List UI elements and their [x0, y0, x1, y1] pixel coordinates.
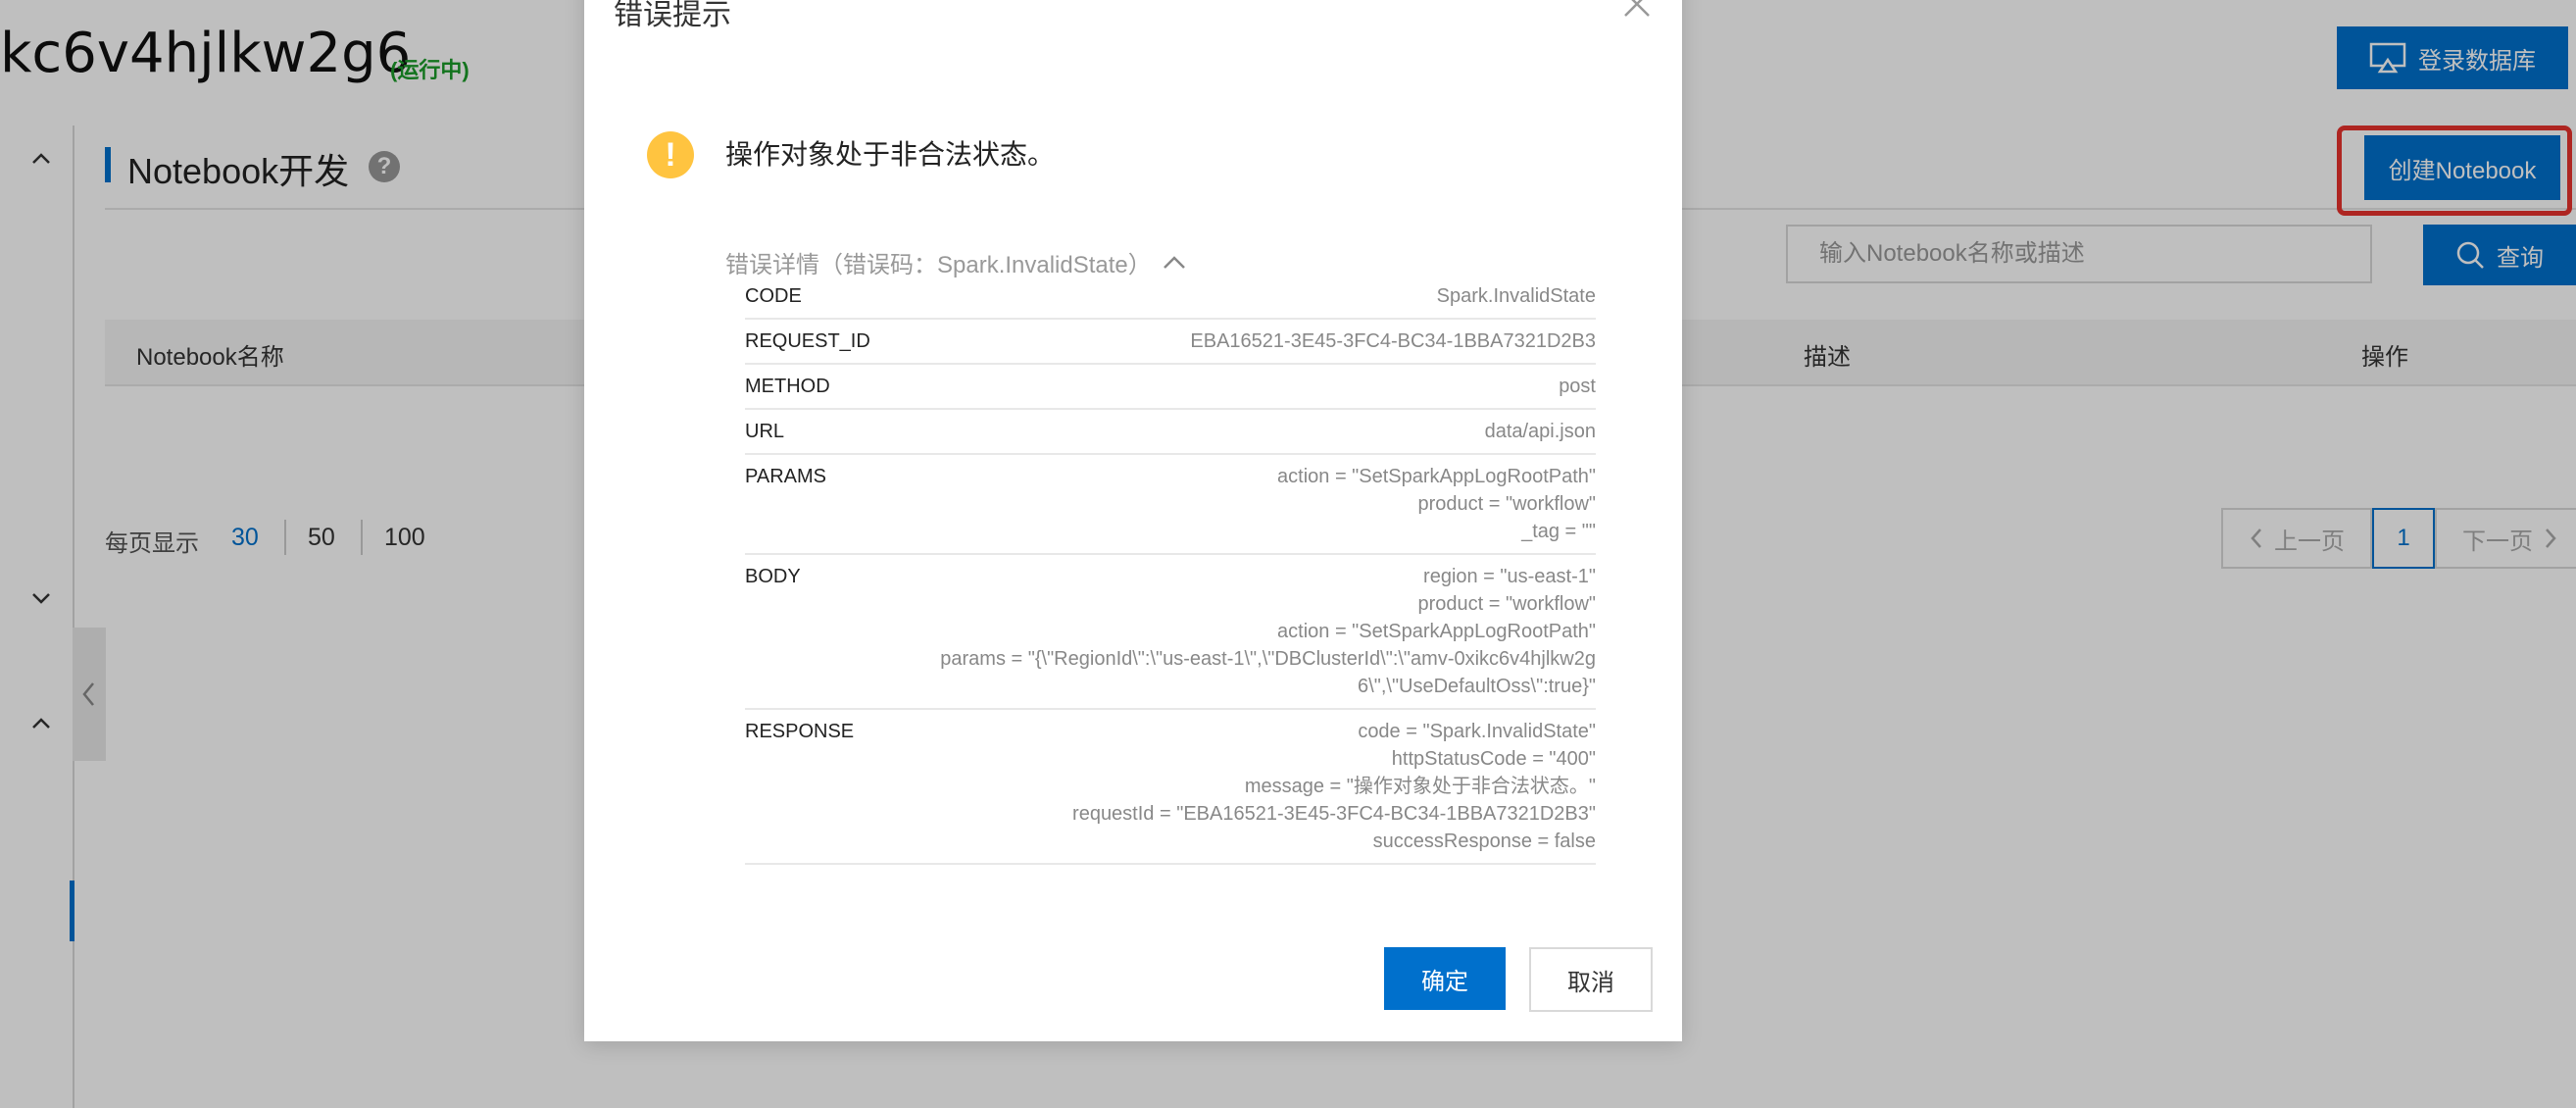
detail-value: data/api.json — [1484, 421, 1596, 442]
chevron-up-icon — [1163, 255, 1185, 269]
detail-key: PARAMS — [745, 466, 826, 487]
detail-key: RESPONSE — [745, 721, 855, 742]
error-message: 操作对象处于非合法状态。 — [725, 139, 1056, 170]
dialog-title: 错误提示 — [614, 0, 731, 31]
detail-value: EBA16521-3E45-3FC4-BC34-1BBA7321D2B3 — [1190, 330, 1596, 352]
detail-value: action = "SetSparkAppLogRootPath" produc… — [1277, 466, 1596, 542]
cancel-button[interactable]: 取消 — [1529, 947, 1653, 1012]
ok-button[interactable]: 确定 — [1384, 947, 1506, 1010]
detail-row: RESPONSE code = "Spark.InvalidState" http… — [745, 710, 1596, 865]
error-details-table: CODE Spark.InvalidState REQUEST_ID EBA16521… — [745, 275, 1596, 865]
detail-row: URL data/api.json — [745, 410, 1596, 455]
error-dialog: 错误提示 ! 操作对象处于非合法状态。 错误详情（错误码：Spark.Inval… — [584, 0, 1682, 1041]
detail-row: METHOD post — [745, 365, 1596, 410]
detail-row: PARAMS action = "SetSparkAppLogRootPath" … — [745, 455, 1596, 555]
detail-row: BODY region = "us-east-1" product = "work… — [745, 555, 1596, 710]
detail-value: post — [1559, 376, 1596, 397]
detail-key: CODE — [745, 285, 802, 307]
detail-key: URL — [745, 421, 785, 442]
detail-row: REQUEST_ID EBA16521-3E45-3FC4-BC34-1BBA73… — [745, 320, 1596, 365]
detail-value: region = "us-east-1" product = "workflow… — [940, 566, 1596, 697]
detail-value: code = "Spark.InvalidState" httpStatusCo… — [1072, 721, 1596, 852]
detail-key: METHOD — [745, 376, 830, 397]
warning-icon: ! — [647, 131, 694, 178]
detail-key: BODY — [745, 566, 801, 587]
detail-row: CODE Spark.InvalidState — [745, 275, 1596, 320]
detail-key: REQUEST_ID — [745, 330, 870, 352]
close-icon[interactable] — [1621, 0, 1653, 20]
detail-value: Spark.InvalidState — [1436, 285, 1596, 307]
